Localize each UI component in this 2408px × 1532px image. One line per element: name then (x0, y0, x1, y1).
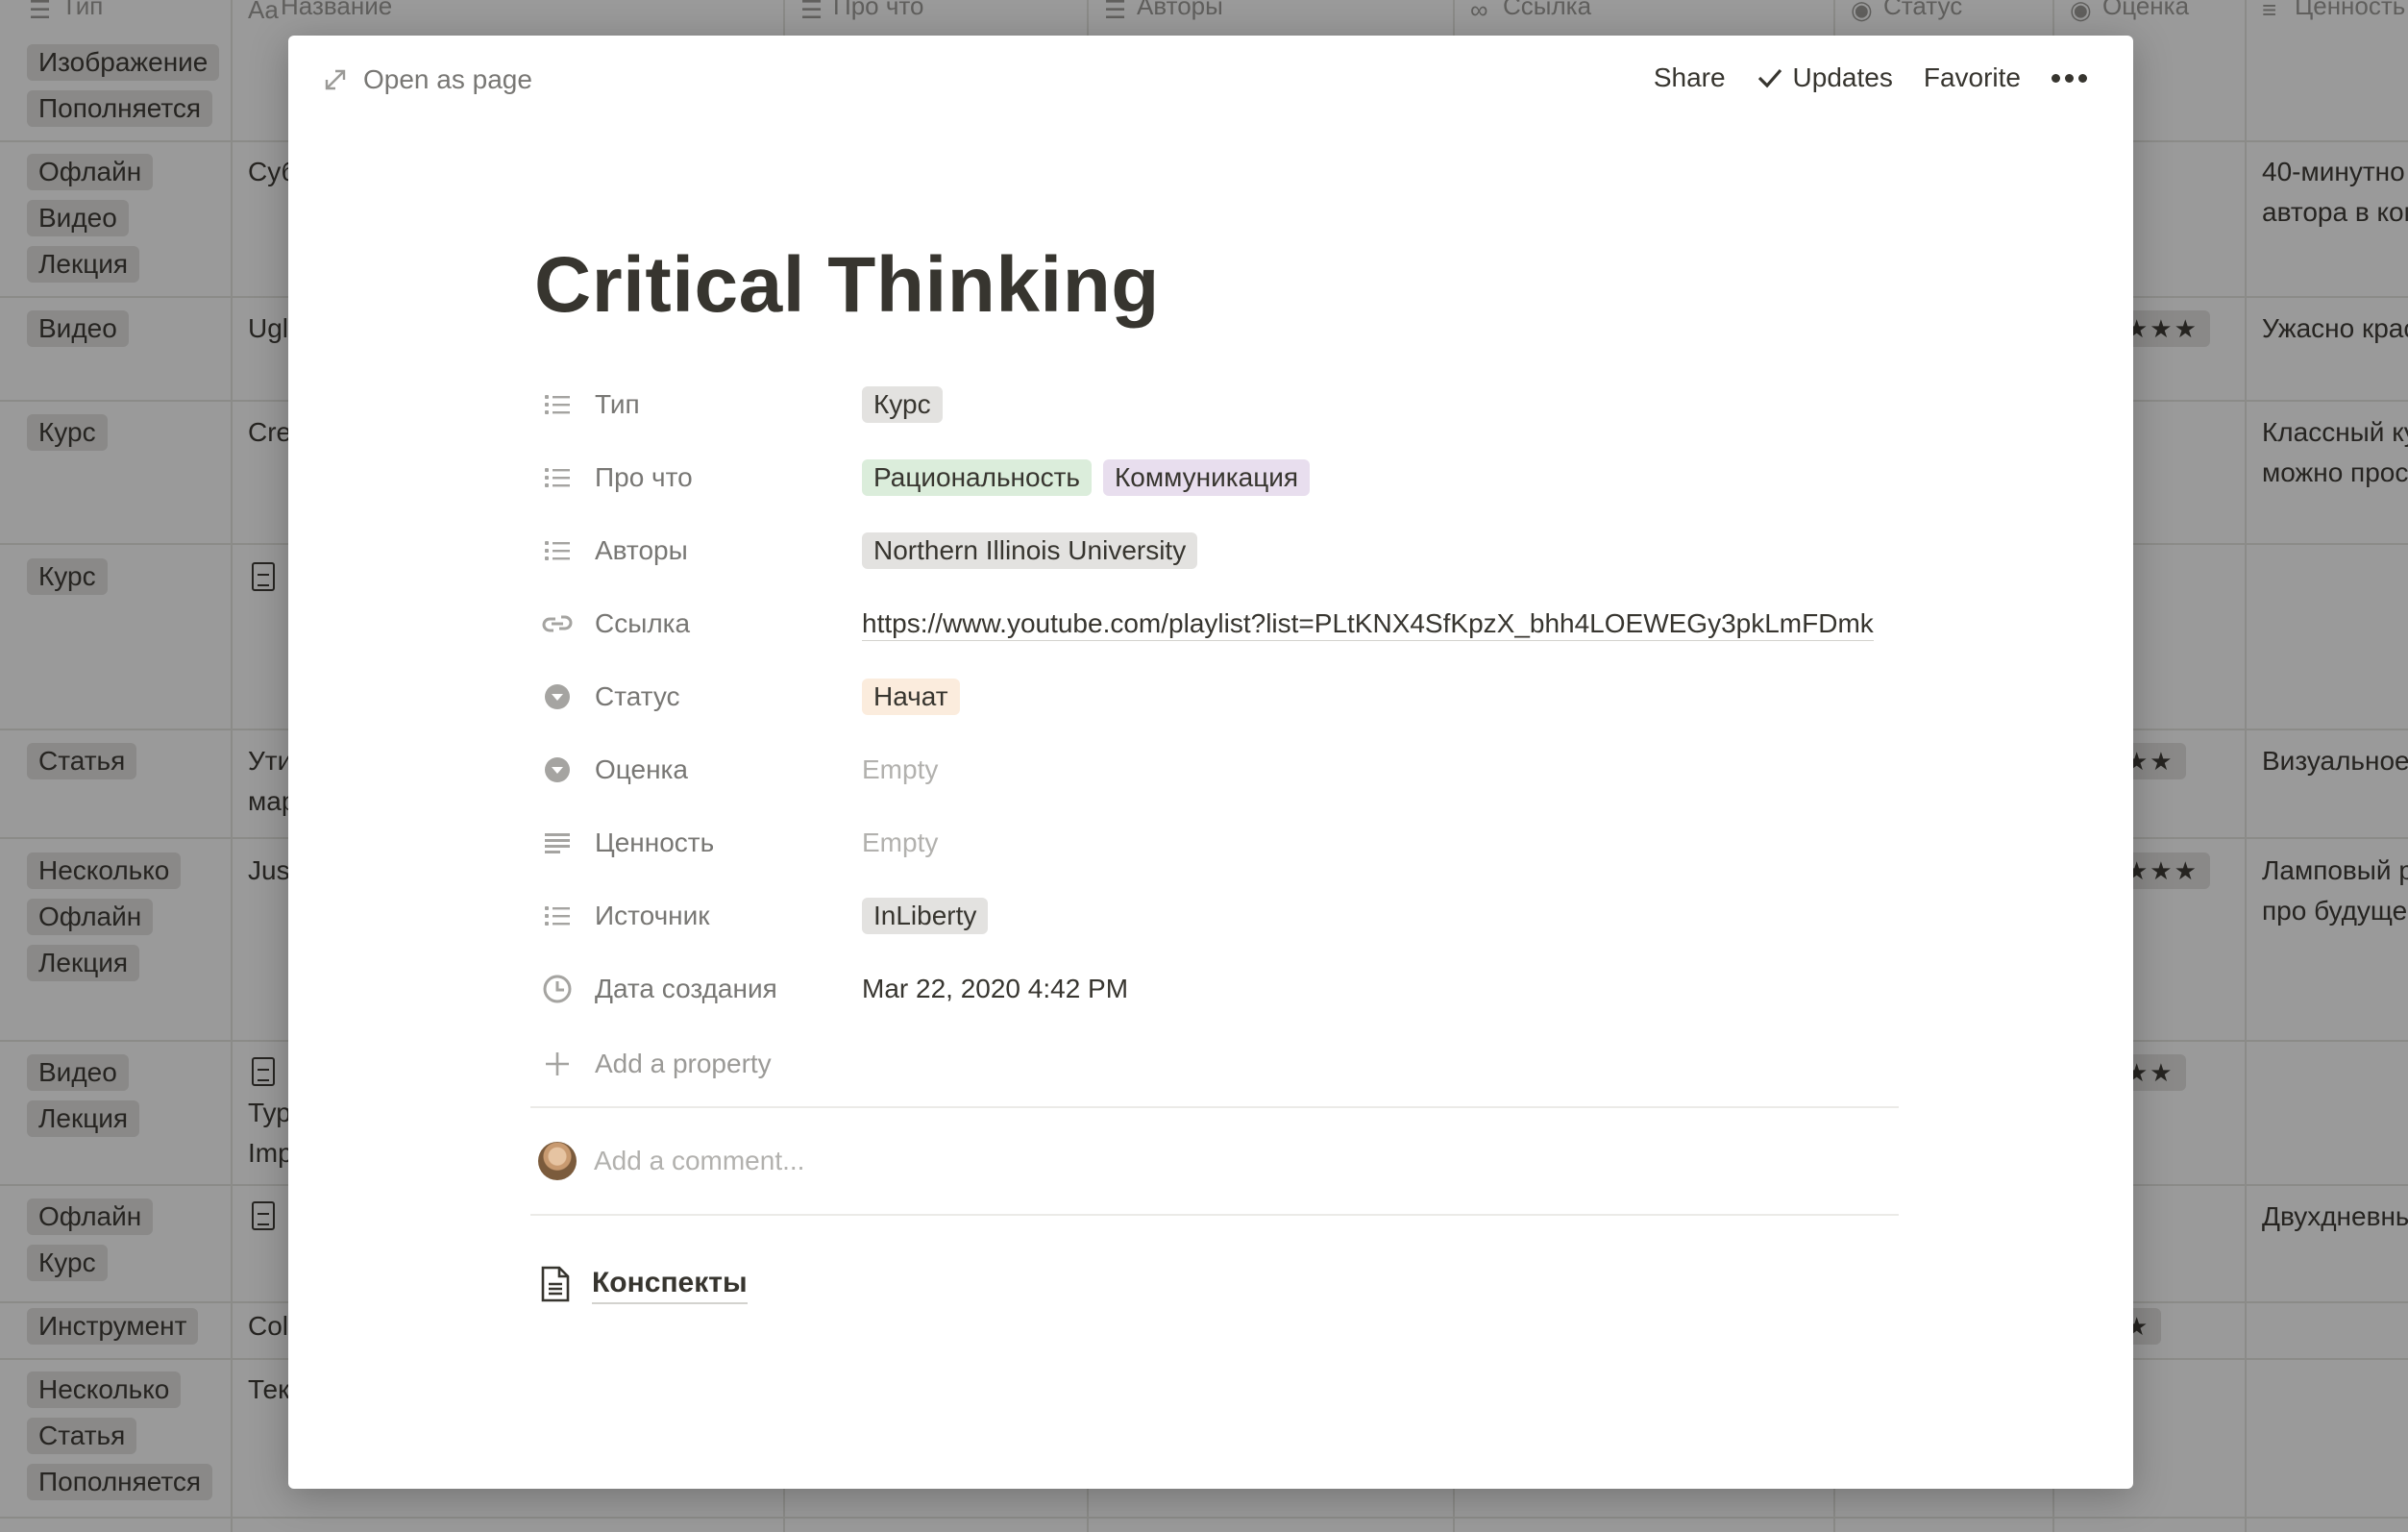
status-tag: Начат (862, 679, 960, 715)
property-value[interactable]: Northern Illinois University (862, 514, 1198, 587)
date-value: Mar 22, 2020 4:42 PM (862, 974, 1129, 1003)
select-tag: Northern Illinois University (862, 532, 1198, 569)
property-row-rating: Оценка Empty (534, 733, 1899, 806)
property-value[interactable]: Empty (862, 733, 938, 806)
topbar-actions: Share Updates Favorite (1623, 62, 2087, 93)
list-icon (541, 461, 574, 494)
property-name[interactable]: Дата создания (534, 952, 861, 1025)
property-name[interactable]: Ценность (534, 806, 861, 879)
share-button[interactable]: Share (1654, 62, 1726, 93)
property-value[interactable]: InLiberty (862, 879, 989, 952)
favorite-button[interactable]: Favorite (1924, 62, 2021, 93)
property-name[interactable]: Про что (534, 441, 861, 514)
page-title[interactable]: Critical Thinking (534, 237, 1899, 334)
property-row-source: Источник InLiberty (534, 879, 1899, 952)
property-row-created: Дата создания Mar 22, 2020 4:42 PM (534, 952, 1899, 1025)
modal-topbar: Open as page Share Updates Favorite (288, 36, 2133, 128)
add-property-row[interactable]: Add a property (534, 1025, 1899, 1102)
property-name[interactable]: Тип (534, 368, 861, 441)
property-list: Тип Курс Про что Рациональность Коммуник… (534, 368, 1899, 1102)
clock-icon (541, 973, 574, 1005)
page-icon (541, 1266, 570, 1302)
property-value[interactable]: Empty (862, 806, 938, 879)
select-tag: Рациональность (862, 459, 1092, 496)
subpage-link[interactable]: Конспекты (534, 1264, 1899, 1304)
property-name[interactable]: Авторы (534, 514, 861, 587)
url-link[interactable]: https://www.youtube.com/playlist?list=PL… (862, 607, 1874, 641)
select-icon (541, 680, 574, 713)
property-name[interactable]: Ссылка (534, 587, 861, 660)
list-icon (541, 534, 574, 567)
select-tag: Коммуникация (1102, 459, 1311, 496)
page-content: Critical Thinking Тип Курс Про что Рацио… (530, 237, 1899, 1304)
property-row-status: Статус Начат (534, 660, 1899, 733)
property-row-link: Ссылка https://www.youtube.com/playlist?… (534, 587, 1899, 660)
empty-value: Empty (862, 828, 939, 857)
property-value[interactable]: Рациональность Коммуникация (862, 441, 1311, 514)
text-icon (541, 827, 574, 859)
expand-icon (325, 69, 346, 90)
subpage-title: Конспекты (592, 1264, 748, 1304)
comment-composer[interactable]: Add a comment... (534, 1108, 1899, 1214)
property-row-about: Про что Рациональность Коммуникация (534, 441, 1899, 514)
list-icon (541, 900, 574, 932)
select-tag: Курс (862, 386, 943, 423)
property-name[interactable]: Источник (534, 879, 861, 952)
section-divider (530, 1214, 1899, 1216)
link-icon (541, 607, 574, 640)
property-name[interactable]: Оценка (534, 733, 861, 806)
add-property-button[interactable]: Add a property (534, 1027, 861, 1100)
property-name[interactable]: Статус (534, 660, 861, 733)
list-icon (541, 388, 574, 421)
property-value: Mar 22, 2020 4:42 PM (862, 952, 1128, 1025)
open-as-page-label: Open as page (363, 64, 532, 94)
property-row-type: Тип Курс (534, 368, 1899, 441)
user-avatar (538, 1142, 577, 1180)
select-tag: InLiberty (862, 898, 989, 934)
property-value[interactable]: Курс (862, 368, 943, 441)
check-icon (1757, 68, 1781, 88)
plus-icon (541, 1048, 574, 1080)
page-peek-modal: Open as page Share Updates Favorite Crit… (288, 36, 2133, 1489)
comment-input[interactable]: Add a comment... (594, 1146, 804, 1176)
select-icon (541, 754, 574, 786)
empty-value: Empty (862, 754, 939, 784)
updates-button[interactable]: Updates (1757, 62, 1893, 93)
more-options-icon[interactable] (2052, 73, 2087, 83)
open-as-page-button[interactable]: Open as page (323, 64, 532, 95)
property-value[interactable]: https://www.youtube.com/playlist?list=PL… (862, 587, 1874, 660)
property-row-authors: Авторы Northern Illinois University (534, 514, 1899, 587)
property-value[interactable]: Начат (862, 660, 960, 733)
property-row-value: Ценность Empty (534, 806, 1899, 879)
